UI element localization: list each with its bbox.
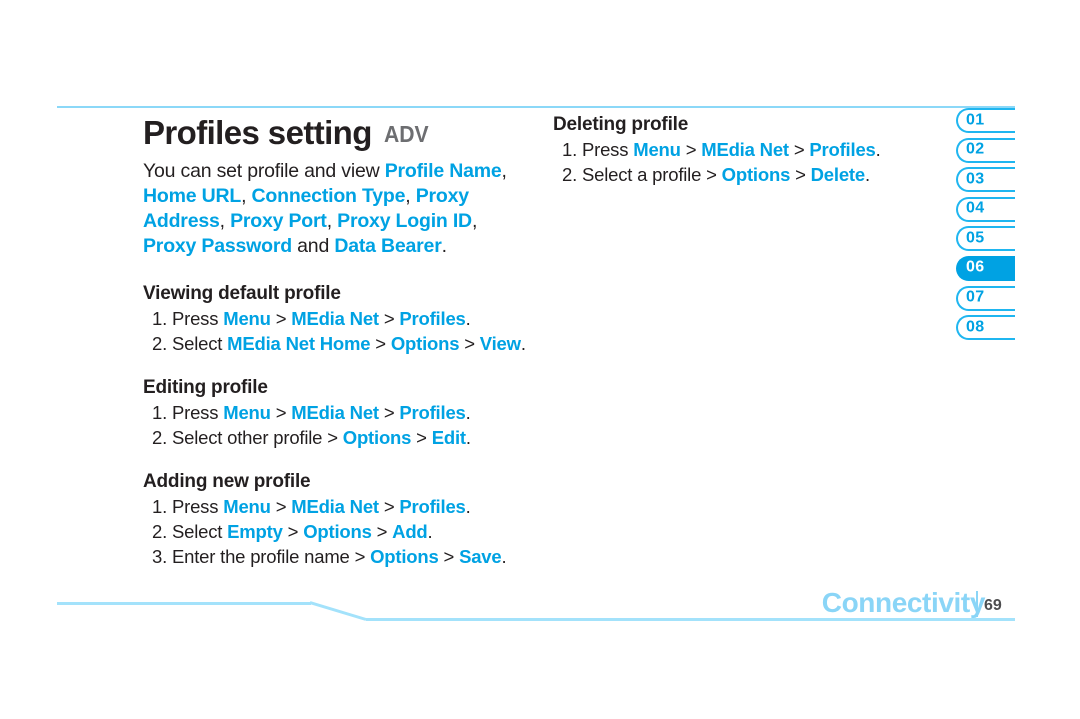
tab-index-item-03[interactable]: 03 — [956, 167, 1015, 193]
manual-page: Profiles setting ADV You can set profile… — [0, 0, 1080, 719]
menu-path-item: Profiles — [399, 402, 466, 423]
step-deleting-1: 1. Press Menu > MEdia Net > Profiles. — [562, 139, 881, 160]
menu-path-item: Options — [390, 333, 460, 354]
left-column: Profiles setting ADV You can set profile… — [143, 114, 533, 569]
footer-rule-right — [366, 618, 1015, 621]
step-plain-text: the profile name — [220, 546, 350, 567]
menu-path-item: Profiles — [809, 139, 876, 160]
menu-path-item: MEdia Net Home — [227, 333, 371, 354]
step-viewing-1: 1. Press Menu > MEdia Net > Profiles. — [152, 308, 471, 329]
tab-index-label: 06 — [966, 259, 985, 277]
term-proxy-password: Proxy Password — [143, 235, 292, 257]
step-verb: Select — [171, 521, 223, 542]
step-editing-1: 1. Press Menu > MEdia Net > Profiles. — [152, 402, 471, 423]
step-number: 1. — [152, 496, 168, 517]
step-adding-1: 1. Press Menu > MEdia Net > Profiles. — [152, 496, 471, 517]
step-verb: Select — [581, 164, 633, 185]
tab-index-label: 02 — [966, 140, 985, 158]
footer-rule-diagonal — [310, 601, 368, 621]
step-number: 1. — [152, 308, 168, 329]
footer-rule-left — [57, 602, 311, 605]
tab-index-item-04[interactable]: 04 — [956, 196, 1015, 222]
term-profile-name: Profile Name — [384, 160, 502, 182]
menu-path-item: MEdia Net — [291, 496, 379, 517]
tab-index-item-02[interactable]: 02 — [956, 137, 1015, 163]
tab-index-item-07[interactable]: 07 — [956, 285, 1015, 311]
step-verb: Press — [171, 402, 219, 423]
step-number: 1. — [562, 139, 578, 160]
right-column: Deleting profile 1. Press Menu > MEdia N… — [553, 114, 933, 187]
term-home-url: Home URL — [143, 185, 242, 207]
step-verb: Enter — [171, 546, 216, 567]
page-title-text: Profiles setting — [143, 114, 372, 151]
step-verb: Select — [171, 333, 223, 354]
intro-conjunction: and — [297, 235, 330, 257]
menu-path-item: Add — [392, 521, 428, 542]
menu-path-item: Menu — [223, 308, 271, 329]
footer-separator — [976, 591, 978, 617]
term-proxy-port: Proxy Port — [230, 210, 327, 232]
tab-index-label: 07 — [966, 288, 985, 306]
menu-path-item: Options — [721, 164, 791, 185]
menu-path-item: View — [479, 333, 521, 354]
tab-index-item-08[interactable]: 08 — [956, 315, 1015, 341]
menu-path-item: MEdia Net — [291, 402, 379, 423]
step-verb: Press — [581, 139, 629, 160]
tab-index-label: 01 — [966, 111, 985, 129]
step-adding-2: 2. Select Empty > Options > Add. — [152, 521, 433, 542]
tab-index-item-06-active[interactable]: 06 — [956, 255, 1015, 281]
chapter-tab-index: 01 02 03 04 05 06 07 08 — [956, 108, 1016, 345]
menu-path-item: Menu — [223, 402, 271, 423]
tab-index-item-01[interactable]: 01 — [956, 108, 1015, 133]
tab-index-item-05[interactable]: 05 — [956, 226, 1015, 252]
adv-badge: ADV — [383, 121, 429, 147]
step-number: 1. — [152, 402, 168, 423]
term-connection-type: Connection Type — [251, 185, 406, 207]
step-number: 3. — [152, 546, 168, 567]
step-verb: Press — [171, 496, 219, 517]
tab-index-label: 03 — [966, 170, 985, 188]
footer-page-number: 69 — [984, 597, 1002, 614]
section-heading-editing: Editing profile — [143, 377, 268, 398]
menu-path-item: Edit — [431, 427, 466, 448]
menu-path-item: Delete — [810, 164, 866, 185]
menu-path-item: Empty — [227, 521, 283, 542]
section-heading-adding: Adding new profile — [143, 471, 311, 492]
step-number: 2. — [152, 333, 168, 354]
term-data-bearer: Data Bearer — [334, 235, 442, 257]
step-adding-3: 3. Enter the profile name > Options > Sa… — [152, 546, 507, 567]
intro-lead: You can set profile and view — [143, 160, 385, 182]
intro-paragraph: You can set profile and view Profile Nam… — [143, 160, 507, 257]
top-divider-rule — [57, 106, 1015, 108]
menu-path-item: Options — [342, 427, 412, 448]
step-deleting-2: 2. Select a profile > Options > Delete. — [562, 164, 870, 185]
menu-path-item: Menu — [633, 139, 681, 160]
step-plain-text: other profile — [227, 427, 323, 448]
section-heading-viewing: Viewing default profile — [143, 283, 341, 304]
term-proxy-login-id: Proxy Login ID — [337, 210, 472, 232]
step-editing-2: 2. Select other profile > Options > Edit… — [152, 427, 471, 448]
step-number: 2. — [152, 521, 168, 542]
page-title: Profiles setting ADV — [143, 114, 533, 155]
menu-path-item: Profiles — [399, 496, 466, 517]
footer-chapter-label: Connectivity — [821, 587, 986, 618]
menu-path-item: Options — [303, 521, 372, 542]
step-verb: Press — [171, 308, 219, 329]
tab-index-label: 04 — [966, 199, 985, 217]
tab-index-label: 08 — [966, 318, 985, 336]
menu-path-item: Profiles — [399, 308, 466, 329]
step-plain-text: a profile — [637, 164, 702, 185]
menu-path-item: Menu — [223, 496, 271, 517]
menu-path-item: Save — [459, 546, 502, 567]
menu-path-item: MEdia Net — [291, 308, 379, 329]
step-viewing-2: 2. Select MEdia Net Home > Options > Vie… — [152, 333, 526, 354]
step-verb: Select — [171, 427, 223, 448]
menu-path-item: Options — [370, 546, 439, 567]
section-heading-deleting: Deleting profile — [553, 114, 689, 135]
step-number: 2. — [152, 427, 168, 448]
tab-index-label: 05 — [966, 229, 985, 247]
menu-path-item: MEdia Net — [701, 139, 789, 160]
step-number: 2. — [562, 164, 578, 185]
